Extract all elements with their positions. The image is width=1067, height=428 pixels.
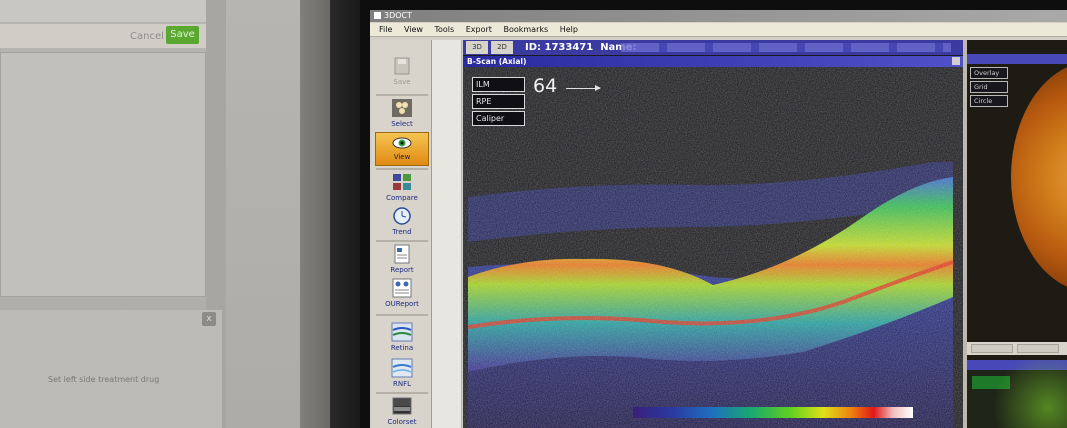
tab-3d[interactable]: 3D <box>466 41 488 54</box>
eye-icon <box>392 137 412 149</box>
fundus-image[interactable] <box>1011 62 1067 292</box>
toolbar-colorset-label: Colorset <box>387 418 417 426</box>
bscan-title: B-Scan (Axial) <box>467 57 527 66</box>
retina-layers-icon <box>391 322 413 342</box>
toolbar-separator <box>376 314 428 316</box>
fundus-mode-button[interactable] <box>1017 344 1059 353</box>
menu-file[interactable]: File <box>379 23 392 37</box>
grid-button[interactable]: Grid <box>970 81 1008 93</box>
toolbar-report-label: Report <box>390 266 414 274</box>
menu-export[interactable]: Export <box>466 23 492 37</box>
toolbar-rnfl-button[interactable]: RNFL <box>375 358 429 388</box>
toolbar-retina-button[interactable]: Retina <box>375 322 429 352</box>
toolbar-separator <box>376 240 428 242</box>
side-toolbar: Save Select View Compare Trend Report OU… <box>372 40 432 428</box>
clock-icon <box>393 207 411 225</box>
toolbar-colorset-button[interactable]: Colorset <box>375 396 429 426</box>
bscan-title-bar: B-Scan (Axial) <box>463 56 963 67</box>
left-top-bar <box>0 0 210 22</box>
compare-grid-icon <box>393 174 411 190</box>
left-content-panel <box>0 52 206 297</box>
blurred-patient-info <box>621 43 951 52</box>
toolbar-view-button[interactable]: View <box>375 132 429 166</box>
toolbar-separator <box>376 94 428 96</box>
ilm-toggle-button[interactable]: ILM <box>472 77 525 92</box>
left-screen: Cancel Save x Set left side treatment dr… <box>0 0 300 428</box>
rpe-toggle-button[interactable]: RPE <box>472 94 525 109</box>
arrow-right-icon <box>566 85 601 91</box>
ou-report-icon <box>392 278 412 298</box>
intensity-colorbar <box>633 407 913 418</box>
thumbnail-strip <box>432 40 462 428</box>
overlay-button[interactable]: Overlay <box>970 67 1008 79</box>
window-titlebar: 3DOCT <box>370 10 1067 22</box>
tab-2d[interactable]: 2D <box>491 41 513 54</box>
patient-id: ID: 1733471 Name: <box>525 41 637 55</box>
bscan-close-icon[interactable] <box>952 57 960 65</box>
speckle-noise <box>463 67 963 428</box>
toolbar-compare-label: Compare <box>386 194 418 202</box>
treatment-note: Set left side treatment drug <box>48 375 160 384</box>
toolbar-oureport-label: OUReport <box>385 300 419 308</box>
caliper-toggle-button[interactable]: Caliper <box>472 111 525 126</box>
toolbar-view-label: View <box>393 153 411 161</box>
toolbar-trend-label: Trend <box>392 228 412 236</box>
fundus-title-bar <box>967 54 1067 64</box>
left-panel-close-button[interactable]: x <box>202 312 216 326</box>
bscan-image[interactable]: ILM RPE Caliper 64 <box>463 67 963 428</box>
toolbar-retina-label: Retina <box>390 344 414 352</box>
menu-tools[interactable]: Tools <box>434 23 454 37</box>
oct-app-window: 3DOCT File View Tools Export Bookmarks H… <box>370 10 1067 428</box>
menu-help[interactable]: Help <box>560 23 578 37</box>
left-lower-panel <box>0 310 222 428</box>
oct-scan-graphic <box>463 67 963 428</box>
toolbar-oureport-button[interactable]: OUReport <box>375 278 429 308</box>
window-title: 3DOCT <box>384 11 413 20</box>
toolbar-save-label: Save <box>393 78 411 86</box>
toolbar-save-button[interactable]: Save <box>375 56 429 86</box>
bscan-viewer: 3D 2D ID: 1733471 Name: B-Scan (Axial) I… <box>463 40 963 428</box>
menu-view[interactable]: View <box>404 23 423 37</box>
caliper-measurement: 64 <box>533 75 558 97</box>
patient-id-value: ID: 1733471 <box>525 42 594 53</box>
report-icon <box>394 244 410 264</box>
menu-bookmarks[interactable]: Bookmarks <box>503 23 548 37</box>
toolbar-report-button[interactable]: Report <box>375 244 429 274</box>
left-monitor: Cancel Save x Set left side treatment dr… <box>0 0 330 428</box>
save-button[interactable]: Save <box>166 26 199 44</box>
app-icon <box>374 12 381 19</box>
toolbar-compare-button[interactable]: Compare <box>375 172 429 202</box>
toolbar-separator <box>376 168 428 170</box>
circle-button[interactable]: Circle <box>970 95 1008 107</box>
cancel-link[interactable]: Cancel <box>130 31 164 42</box>
fundus-mode-bar <box>967 342 1067 355</box>
toolbar-select-label: Select <box>391 120 413 128</box>
disk-icon <box>394 57 410 75</box>
fundus-mode-button[interactable] <box>971 344 1013 353</box>
toolbar-rnfl-label: RNFL <box>392 380 412 388</box>
toolbar-trend-button[interactable]: Trend <box>375 206 429 236</box>
toolbar-separator <box>376 392 428 394</box>
menu-bar: File View Tools Export Bookmarks Help <box>370 23 1067 37</box>
select-icon <box>392 99 412 117</box>
view-tab-bar: 3D 2D ID: 1733471 Name: <box>463 40 963 55</box>
toolbar-select-button[interactable]: Select <box>375 98 429 128</box>
rnfl-icon <box>391 358 413 378</box>
screen-glare <box>985 360 1067 428</box>
colorset-icon <box>392 397 412 415</box>
